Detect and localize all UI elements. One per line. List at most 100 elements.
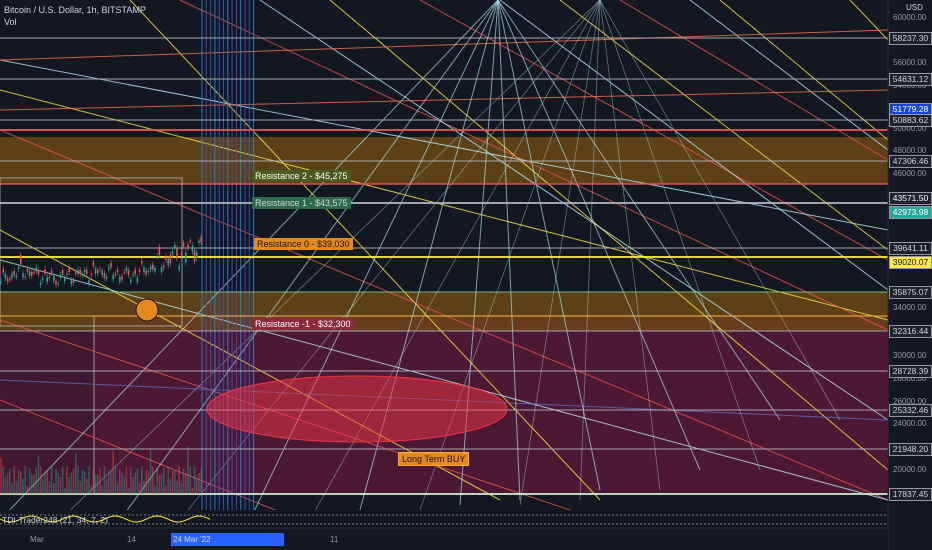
candle <box>119 277 121 282</box>
price-tick: 56000.00 <box>893 58 927 67</box>
price-tick: 48000.00 <box>893 146 927 155</box>
volume-bar <box>112 450 114 494</box>
symbol-title[interactable]: Bitcoin / U.S. Dollar, 1h, BITSTAMP <box>4 4 146 16</box>
candle <box>48 276 51 279</box>
volume-bar <box>0 458 2 494</box>
candle <box>24 276 26 278</box>
volume-bar <box>26 485 29 494</box>
price-tick: 24000.00 <box>893 419 927 428</box>
candle <box>75 272 77 274</box>
price-tag: 47306.46 <box>889 155 932 168</box>
trend-line <box>719 0 889 141</box>
volume-bar <box>163 467 165 494</box>
oscillator-label[interactable]: TDI-Trader248 (21, 34, 7, 2) <box>2 515 108 525</box>
candle <box>169 254 172 264</box>
volume-bar <box>48 480 51 494</box>
candle <box>64 278 66 282</box>
candle <box>39 282 42 286</box>
candle <box>0 282 2 284</box>
volume-bar <box>15 480 18 494</box>
volume-bar <box>103 466 106 494</box>
candle <box>13 270 15 276</box>
volume-bar <box>4 476 7 494</box>
candle <box>53 275 55 281</box>
volume-bar <box>37 455 40 494</box>
volume-bar <box>171 471 174 494</box>
candle <box>165 256 167 260</box>
volume-bar <box>90 485 92 494</box>
volume-bar <box>110 469 112 494</box>
volume-bar <box>50 466 53 494</box>
volume-bar <box>81 469 84 494</box>
volume-bar <box>196 476 198 494</box>
candle <box>180 253 183 256</box>
trend-line <box>689 0 889 151</box>
candle <box>20 255 22 264</box>
volume-bar <box>11 483 13 494</box>
price-tag: 17837.45 <box>889 488 932 501</box>
candle <box>81 274 84 276</box>
volume-bar <box>143 481 145 494</box>
volume-bar <box>121 472 123 494</box>
time-tick: 11 <box>330 535 339 544</box>
volume-bar <box>66 466 68 494</box>
crosshair-date-label: 24 Mar '22 <box>171 533 284 546</box>
resistance-minus-1-label[interactable]: Resistance -1 - $32,300 <box>252 318 354 330</box>
chart-pane[interactable]: Bitcoin / U.S. Dollar, 1h, BITSTAMP Vol … <box>0 0 932 550</box>
volume-label[interactable]: Vol <box>4 16 146 28</box>
volume-bar <box>46 469 48 494</box>
candle <box>152 264 154 270</box>
volume-bar <box>165 485 167 494</box>
volume-bar <box>20 471 22 494</box>
volume-bar <box>9 468 11 494</box>
long-term-buy-label[interactable]: Long Term BUY <box>398 452 470 466</box>
candle <box>149 266 152 270</box>
candle <box>191 245 194 252</box>
volume-bar <box>86 478 88 494</box>
candle <box>134 269 136 274</box>
volume-bar <box>61 466 64 494</box>
volume-bar <box>59 476 62 494</box>
volume-bar <box>127 487 130 494</box>
chart-drawings[interactable] <box>0 0 932 550</box>
volume-bar <box>94 474 97 494</box>
resistance-1-label[interactable]: Resistance 1 - $43,575 <box>252 197 351 209</box>
candle <box>198 240 200 243</box>
resistance-0-label[interactable]: Resistance 0 - $39,030 <box>254 238 353 250</box>
volume-bar <box>97 474 99 494</box>
volume-bar <box>68 476 70 494</box>
volume-bar <box>101 485 103 494</box>
candle <box>88 280 90 284</box>
volume-bar <box>108 471 110 494</box>
time-tick: 14 <box>127 535 136 544</box>
volume-bar <box>160 474 163 494</box>
volume-bar <box>152 466 154 494</box>
price-tag: 42973.98 <box>889 206 932 219</box>
price-tick: 20000.00 <box>893 465 927 474</box>
currency-label: USD <box>906 3 923 12</box>
volume-bar <box>116 483 119 494</box>
candle <box>59 274 62 278</box>
volume-bar <box>64 487 66 494</box>
volume-bar <box>125 466 128 494</box>
candle <box>4 273 7 279</box>
volume-bar <box>39 466 42 494</box>
candle <box>44 269 46 274</box>
candle <box>167 259 169 266</box>
candle <box>33 271 35 273</box>
trend-line <box>849 0 889 41</box>
price-tag: 35875.07 <box>889 286 932 299</box>
volume-bar <box>138 483 141 494</box>
volume-bar <box>169 478 172 494</box>
volume-bar <box>200 468 202 494</box>
candle <box>31 272 33 276</box>
resistance-2-label[interactable]: Resistance 2 - $45,275 <box>252 170 351 182</box>
price-tag: 50883.62 <box>889 114 932 127</box>
candle <box>66 274 68 276</box>
volume-bar <box>31 474 33 494</box>
volume-bar <box>53 483 55 494</box>
candle <box>90 273 92 275</box>
volume-bar <box>193 466 196 494</box>
candle <box>200 237 202 243</box>
volume-bar <box>123 476 125 494</box>
